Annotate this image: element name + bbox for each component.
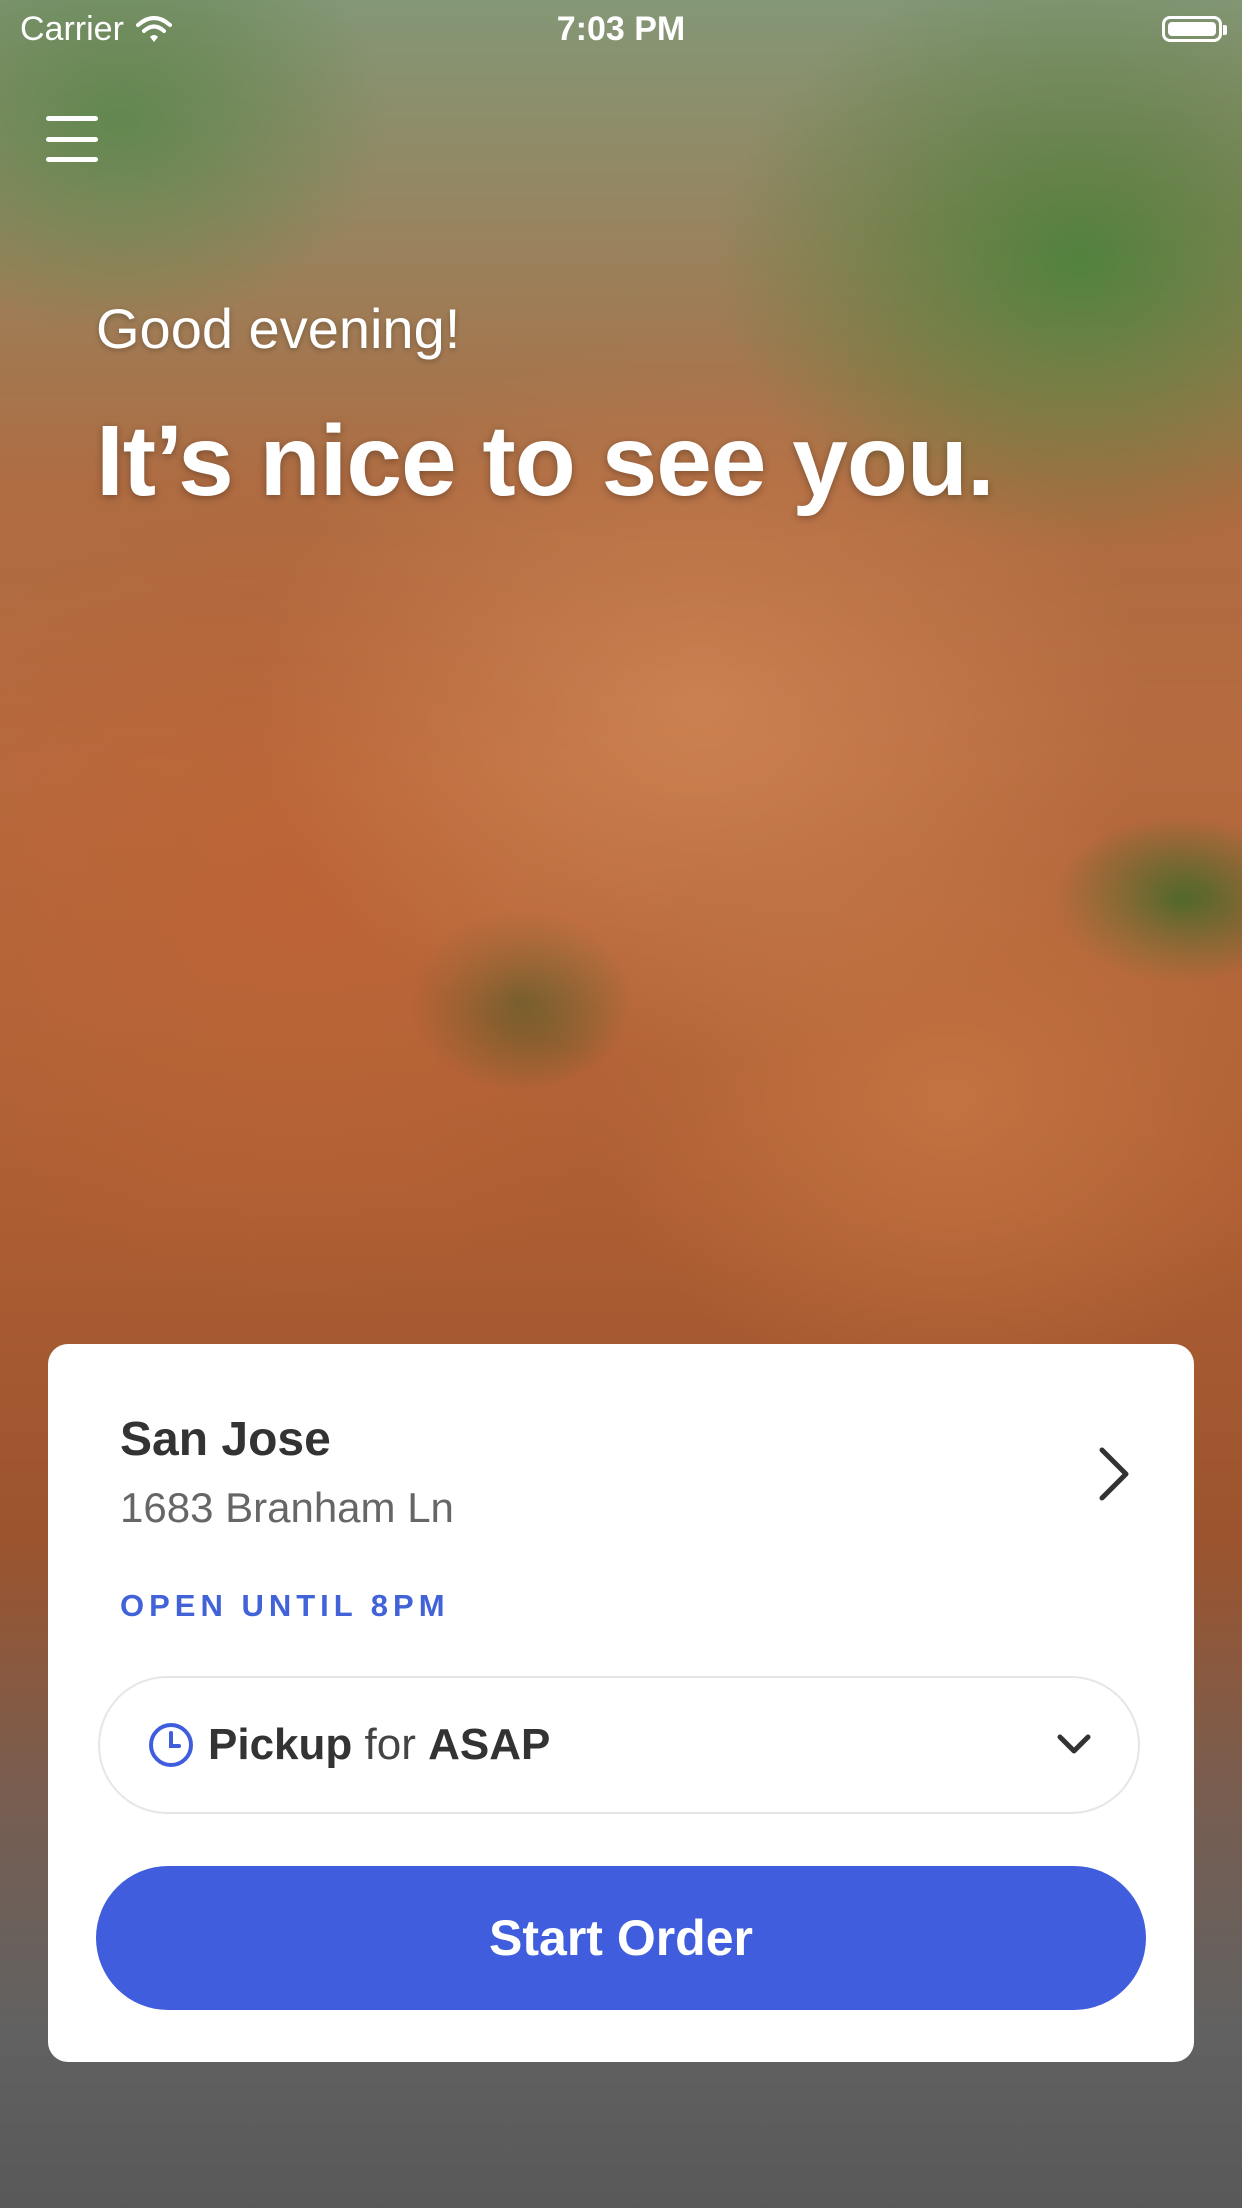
clock-icon [149, 1723, 193, 1767]
chevron-down-icon[interactable] [1054, 1727, 1094, 1763]
chevron-right-icon[interactable] [1094, 1444, 1134, 1504]
start-order-button[interactable]: Start Order [96, 1866, 1146, 2010]
open-hours-label: OPEN UNTIL 8PM [120, 1588, 450, 1623]
hamburger-menu-icon[interactable] [46, 116, 98, 162]
order-mode-text: Pickup for ASAP [208, 1720, 550, 1770]
battery-icon [1162, 16, 1227, 42]
location-address[interactable]: 1683 Branham Ln [120, 1484, 454, 1532]
status-time: 7:03 PM [556, 10, 686, 48]
order-mode-connector: for [364, 1720, 416, 1769]
order-time-value: ASAP [428, 1720, 551, 1769]
greeting-text: Good evening! [96, 297, 461, 360]
order-mode-value: Pickup [208, 1720, 353, 1769]
welcome-headline: It’s nice to see you. [96, 405, 995, 517]
status-bar: Carrier 7:03 PM [0, 0, 1242, 62]
location-card: San Jose 1683 Branham Ln OPEN UNTIL 8PM … [48, 1344, 1194, 2062]
order-mode-selector[interactable]: Pickup for ASAP [98, 1676, 1140, 1814]
location-name[interactable]: San Jose [120, 1412, 331, 1467]
